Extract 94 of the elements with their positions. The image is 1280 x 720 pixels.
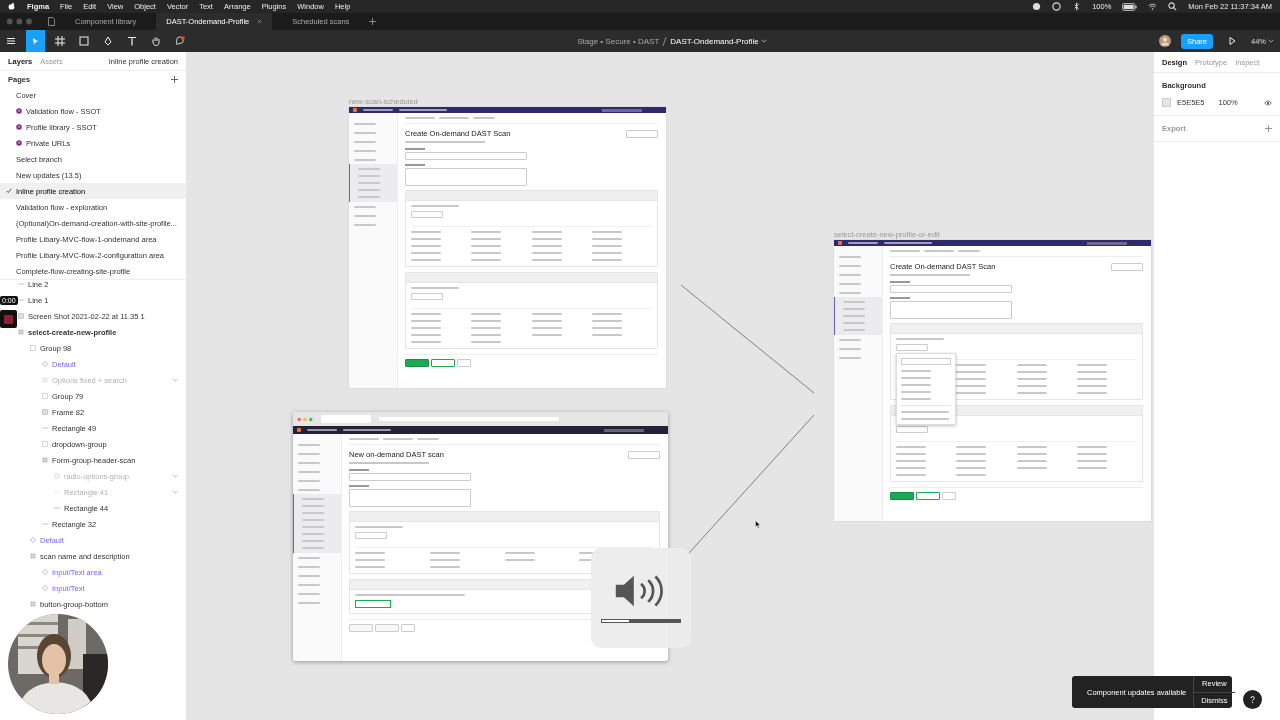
cursor-icon bbox=[755, 520, 761, 529]
check-icon bbox=[6, 188, 12, 194]
move-tool[interactable] bbox=[26, 30, 45, 52]
text-tool-icon[interactable] bbox=[127, 36, 137, 46]
badge-icon bbox=[16, 140, 22, 146]
field-label-line bbox=[890, 281, 910, 283]
chevron-icon[interactable] bbox=[172, 378, 178, 382]
select-field[interactable] bbox=[896, 344, 928, 351]
search-icon[interactable] bbox=[1168, 2, 1178, 11]
file-name[interactable]: DAST-Ondemand-Profile bbox=[670, 36, 759, 46]
file-icon[interactable] bbox=[48, 17, 55, 26]
manage-scans-button[interactable] bbox=[628, 450, 660, 459]
scan-name-field[interactable] bbox=[890, 285, 1012, 293]
cursor-icon bbox=[31, 36, 40, 46]
manage-scans-button[interactable] bbox=[626, 129, 658, 138]
field-label-line bbox=[405, 164, 425, 166]
frame-icon[interactable] bbox=[55, 36, 65, 46]
frame-icon bbox=[42, 377, 48, 383]
logo-icon bbox=[353, 108, 357, 112]
color-swatch[interactable] bbox=[1162, 98, 1171, 107]
group-icon bbox=[42, 441, 48, 447]
component-icon bbox=[42, 569, 48, 575]
chevron-icon[interactable] bbox=[172, 474, 178, 478]
component-icon bbox=[42, 361, 48, 367]
avatar[interactable] bbox=[1159, 35, 1171, 47]
description-field[interactable] bbox=[890, 301, 1012, 319]
search-field[interactable] bbox=[602, 108, 642, 112]
create-profile-button[interactable] bbox=[355, 600, 391, 608]
scan-name-field[interactable] bbox=[349, 473, 471, 481]
group-icon bbox=[42, 393, 48, 399]
field-label-line bbox=[405, 148, 425, 150]
field-label-line bbox=[349, 485, 369, 487]
search-field[interactable] bbox=[901, 358, 951, 365]
select-field[interactable] bbox=[355, 532, 387, 539]
component-icon bbox=[30, 537, 36, 543]
form-button[interactable] bbox=[916, 492, 940, 500]
play-icon[interactable] bbox=[1227, 36, 1237, 46]
pen-icon[interactable] bbox=[103, 36, 113, 46]
form-button[interactable] bbox=[401, 624, 415, 632]
select-field[interactable] bbox=[411, 211, 443, 218]
bluetooth-icon[interactable] bbox=[1072, 2, 1082, 11]
image-icon bbox=[18, 313, 24, 319]
form-button[interactable] bbox=[890, 492, 914, 500]
caret-icon[interactable] bbox=[1268, 39, 1274, 43]
search-field[interactable] bbox=[604, 428, 644, 432]
wifi-icon[interactable] bbox=[1148, 2, 1158, 11]
plus-icon[interactable] bbox=[171, 75, 178, 83]
comment-icon[interactable] bbox=[175, 36, 185, 46]
field-label-line bbox=[349, 469, 369, 471]
image-icon bbox=[42, 409, 48, 415]
manage-scans-button[interactable] bbox=[1111, 262, 1143, 271]
frame-icon bbox=[18, 329, 24, 335]
form-button[interactable] bbox=[349, 624, 373, 632]
form-button[interactable] bbox=[942, 492, 956, 500]
form-button[interactable] bbox=[375, 624, 399, 632]
component-icon bbox=[42, 585, 48, 591]
line-icon bbox=[18, 297, 24, 303]
hand-icon[interactable] bbox=[151, 36, 161, 46]
description-field[interactable] bbox=[405, 168, 527, 186]
close-icon[interactable] bbox=[257, 19, 263, 24]
frame-icon bbox=[30, 553, 36, 559]
form-button[interactable] bbox=[405, 359, 429, 367]
badge-icon bbox=[16, 108, 22, 114]
project-breadcrumb[interactable]: Stage • Secure • DAST bbox=[577, 36, 660, 46]
question-icon bbox=[1248, 695, 1257, 704]
plus-icon[interactable] bbox=[1265, 125, 1272, 132]
stop-recording-button[interactable] bbox=[0, 310, 17, 328]
select-field[interactable] bbox=[896, 426, 928, 433]
line-icon bbox=[54, 505, 60, 511]
caret-icon[interactable] bbox=[760, 39, 767, 43]
menu-icon[interactable] bbox=[6, 36, 16, 46]
line-icon bbox=[42, 425, 48, 431]
select-field[interactable] bbox=[411, 293, 443, 300]
frame-icon bbox=[30, 601, 36, 607]
frame-icon bbox=[42, 457, 48, 463]
logo-icon bbox=[297, 428, 301, 432]
scan-name-field[interactable] bbox=[405, 152, 527, 160]
rectangle-icon[interactable] bbox=[79, 36, 89, 46]
plus-icon[interactable] bbox=[369, 18, 377, 25]
form-button[interactable] bbox=[431, 359, 455, 367]
form-button[interactable] bbox=[457, 359, 471, 367]
line-icon bbox=[18, 281, 24, 287]
search-field[interactable] bbox=[1087, 241, 1127, 245]
badge-icon bbox=[16, 124, 22, 130]
line-icon bbox=[42, 521, 48, 527]
group-icon bbox=[30, 345, 36, 351]
description-field[interactable] bbox=[349, 489, 471, 507]
logo-icon bbox=[838, 241, 842, 245]
battery-icon[interactable] bbox=[1122, 2, 1138, 11]
window-controls-icon bbox=[297, 416, 313, 422]
field-label-line bbox=[890, 297, 910, 299]
apple-logo-icon[interactable] bbox=[8, 2, 16, 11]
chevron-icon[interactable] bbox=[172, 490, 178, 494]
eye-icon[interactable] bbox=[1264, 99, 1272, 106]
